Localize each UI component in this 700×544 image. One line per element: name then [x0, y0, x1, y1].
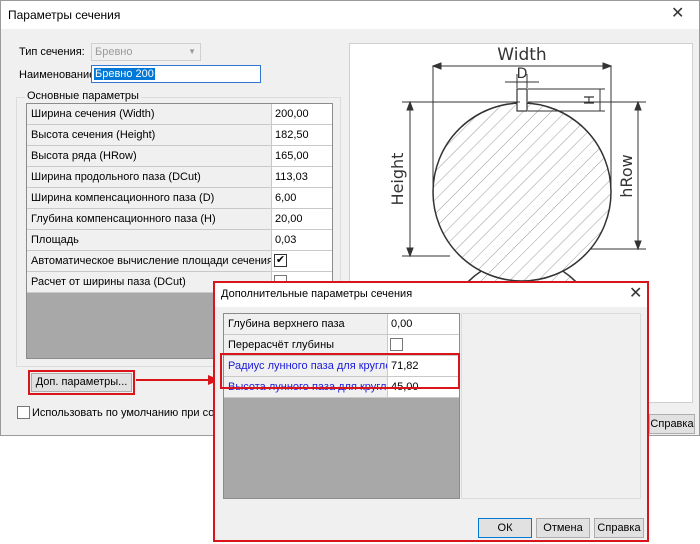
- moon-params-highlight: [220, 353, 460, 389]
- param-value[interactable]: 0,00: [388, 314, 459, 334]
- param-row[interactable]: Глубина компенсационного паза (H) 20,00: [27, 209, 332, 230]
- hrow-label: hRow: [617, 154, 636, 197]
- param-name: Ширина сечения (Width): [27, 104, 272, 124]
- param-name: Глубина верхнего паза: [224, 314, 388, 334]
- param-name: Ширина компенсационного паза (D): [27, 188, 272, 208]
- param-name: Глубина компенсационного паза (H): [27, 209, 272, 229]
- section-type-value: Бревно: [95, 46, 133, 58]
- name-label: Наименование:: [19, 69, 99, 81]
- param-row[interactable]: Глубина верхнего паза 0,00: [224, 314, 459, 335]
- param-name: Высота ряда (HRow): [27, 146, 272, 166]
- default-checkbox[interactable]: [17, 406, 30, 419]
- main-close-icon[interactable]: ✕: [671, 6, 684, 22]
- extra-params-dialog: Дополнительные параметры сечения ✕ Глуби…: [213, 281, 649, 542]
- width-label: Width: [497, 45, 546, 65]
- main-params-group-label: Основные параметры: [25, 90, 141, 102]
- param-name: Высота сечения (Height): [27, 125, 272, 145]
- param-row[interactable]: Ширина продольного паза (DCut) 113,03: [27, 167, 332, 188]
- main-titlebar: Параметры сечения ✕: [1, 1, 699, 29]
- extra-params-grid: Глубина верхнего паза 0,00 Перерасчёт гл…: [223, 313, 460, 499]
- param-value[interactable]: 0,03: [272, 230, 332, 250]
- param-row[interactable]: Ширина компенсационного паза (D) 6,00: [27, 188, 332, 209]
- param-name: Площадь: [27, 230, 272, 250]
- chevron-down-icon: ▼: [188, 47, 196, 56]
- name-input[interactable]: Бревно 200: [91, 65, 261, 83]
- param-value[interactable]: 200,00: [272, 104, 332, 124]
- auto-area-checkbox[interactable]: ✔: [274, 254, 287, 267]
- param-value: [388, 335, 459, 355]
- ok-button[interactable]: ОК: [478, 518, 532, 538]
- param-value[interactable]: 165,00: [272, 146, 332, 166]
- param-value[interactable]: 20,00: [272, 209, 332, 229]
- sub-preview-panel: [461, 313, 641, 499]
- param-row[interactable]: Высота сечения (Height) 182,50: [27, 125, 332, 146]
- h-label: H: [583, 95, 598, 105]
- param-name: Перерасчёт глубины: [224, 335, 388, 355]
- param-row[interactable]: Площадь 0,03: [27, 230, 332, 251]
- param-value: ✔: [272, 251, 332, 271]
- d-label: D: [517, 66, 528, 82]
- height-label: Height: [388, 153, 407, 206]
- name-input-value: Бревно 200: [94, 68, 155, 80]
- param-row[interactable]: Ширина сечения (Width) 200,00: [27, 104, 332, 125]
- main-help-button[interactable]: Справка: [649, 414, 695, 434]
- sub-title: Дополнительные параметры сечения: [221, 288, 413, 300]
- depth-recalc-checkbox[interactable]: [390, 338, 403, 351]
- param-value[interactable]: 182,50: [272, 125, 332, 145]
- main-title: Параметры сечения: [8, 8, 121, 22]
- param-name: Ширина продольного паза (DCut): [27, 167, 272, 187]
- sub-titlebar: Дополнительные параметры сечения ✕: [215, 283, 647, 307]
- param-row[interactable]: Высота ряда (HRow) 165,00: [27, 146, 332, 167]
- param-value[interactable]: 6,00: [272, 188, 332, 208]
- cancel-button[interactable]: Отмена: [536, 518, 590, 538]
- sub-close-icon[interactable]: ✕: [629, 286, 642, 302]
- param-name: Автоматическое вычисление площади сечени…: [27, 251, 272, 271]
- extra-params-button[interactable]: Доп. параметры...: [31, 373, 132, 392]
- param-row[interactable]: Автоматическое вычисление площади сечени…: [27, 251, 332, 272]
- section-type-combo[interactable]: Бревно ▼: [91, 43, 201, 61]
- sub-help-button[interactable]: Справка: [594, 518, 644, 538]
- section-type-label: Тип сечения:: [19, 46, 85, 58]
- log-main-circle: [432, 88, 612, 282]
- param-value[interactable]: 113,03: [272, 167, 332, 187]
